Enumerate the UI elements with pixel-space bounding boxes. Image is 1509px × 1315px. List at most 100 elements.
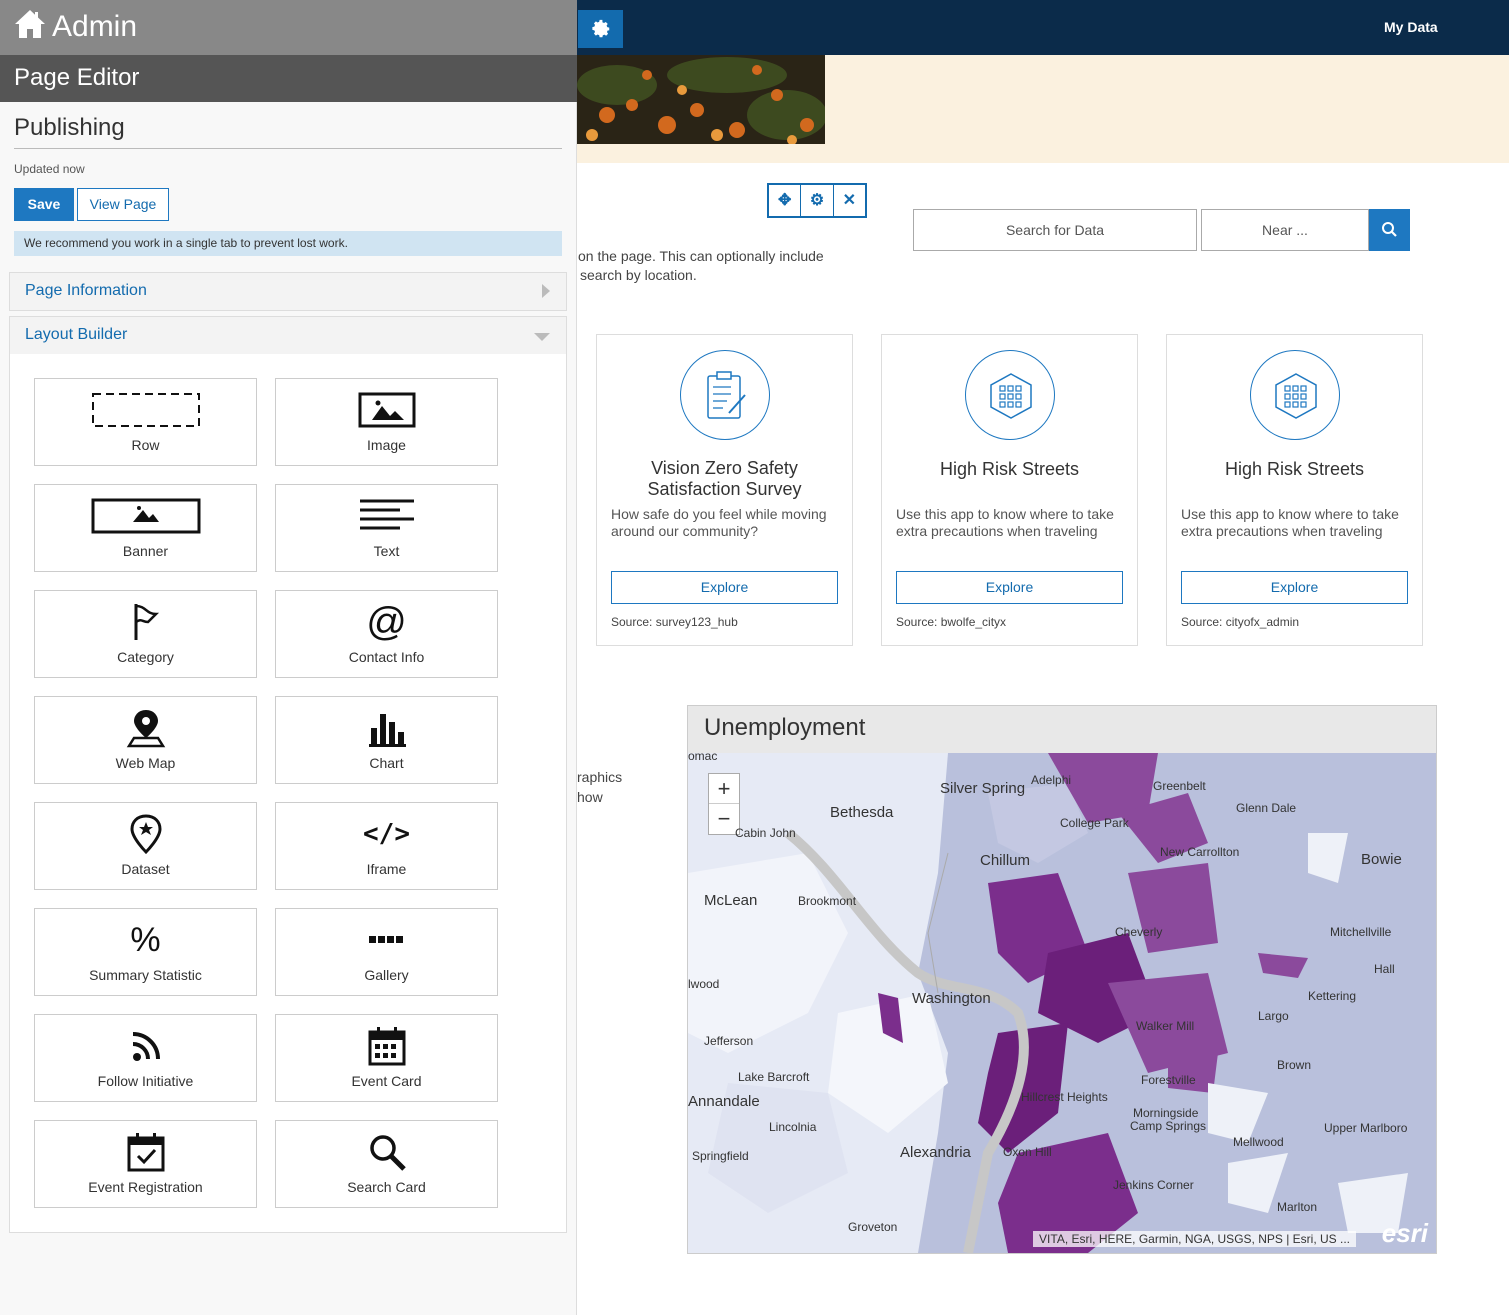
tile-label: Web Map xyxy=(115,755,176,771)
map-attribution[interactable]: VITA, Esri, HERE, Garmin, NGA, USGS, NPS… xyxy=(1033,1231,1356,1247)
tile-dataset[interactable]: Dataset xyxy=(34,802,257,890)
map-place-label: Cheverly xyxy=(1115,925,1163,939)
banner-icon xyxy=(91,498,200,534)
map-place-label: Cabin John xyxy=(735,826,796,840)
page-information-section: Page Information xyxy=(9,272,567,311)
map-place-label: Mitchellville xyxy=(1330,925,1392,939)
explore-button[interactable]: Explore xyxy=(1181,571,1408,604)
tile-follow-initiative[interactable]: Follow Initiative xyxy=(34,1014,257,1102)
admin-title: Admin xyxy=(52,10,138,43)
divider xyxy=(14,148,562,149)
partial-text-2: search by location. xyxy=(580,267,697,283)
map-place-label: Springfield xyxy=(692,1149,749,1163)
tile-label: Row xyxy=(131,437,160,453)
map-place-label: Camp Springs xyxy=(1130,1119,1207,1133)
page-information-header[interactable]: Page Information xyxy=(10,273,566,310)
chevron-right-icon xyxy=(542,284,550,298)
image-icon xyxy=(358,392,415,428)
card-description: How safe do you feel while moving around… xyxy=(611,506,827,539)
tile-summary-statistic[interactable]: % Summary Statistic xyxy=(34,908,257,996)
tile-label: Follow Initiative xyxy=(97,1073,194,1089)
map-place-label: Lincolnia xyxy=(769,1120,817,1134)
calendar-check-icon xyxy=(127,1133,164,1172)
layout-builder-label: Layout Builder xyxy=(25,326,128,343)
map-place-label: Brookmont xyxy=(798,894,857,908)
app-card: High Risk Streets Use this app to know w… xyxy=(1166,334,1423,646)
tile-text[interactable]: Text xyxy=(275,484,498,572)
partial-text-3: raphics xyxy=(577,769,623,785)
card-source: Source: survey123_hub xyxy=(611,615,738,629)
map-place-label: Hillcrest Heights xyxy=(1021,1090,1108,1104)
search-icon xyxy=(369,1135,406,1171)
map-place-label: Kettering xyxy=(1308,989,1357,1003)
rss-icon xyxy=(132,1032,160,1061)
updated-status: Updated now xyxy=(14,162,85,176)
map-place-label: Groveton xyxy=(848,1220,898,1234)
dataset-pin-icon xyxy=(129,814,162,854)
near-location-input[interactable]: Near ... xyxy=(1201,209,1369,251)
publishing-heading: Publishing xyxy=(14,114,125,141)
settings-icon[interactable]: ⚙ xyxy=(801,185,834,216)
card-source: Source: bwolfe_cityx xyxy=(896,615,1007,629)
map-place-label: Greenbelt xyxy=(1153,779,1206,793)
tile-label: Summary Statistic xyxy=(89,967,202,983)
map-card: Unemployment + − Silver Spring Bethesda … xyxy=(687,705,1437,1254)
partial-text-1: on the page. This can optionally include xyxy=(578,248,824,264)
tile-web-map[interactable]: Web Map xyxy=(34,696,257,784)
tile-iframe[interactable]: </> Iframe xyxy=(275,802,498,890)
search-data-input[interactable]: Search for Data xyxy=(913,209,1197,251)
app-card: High Risk Streets Use this app to know w… xyxy=(881,334,1138,646)
map-place-label: Jefferson xyxy=(704,1034,754,1048)
tile-label: Search Card xyxy=(347,1179,426,1195)
tile-chart[interactable]: Chart xyxy=(275,696,498,784)
home-icon[interactable] xyxy=(14,8,46,40)
map-title: Unemployment xyxy=(704,714,866,741)
map-place-label: Annandale xyxy=(688,1093,760,1110)
close-icon[interactable]: ✕ xyxy=(834,185,865,216)
view-page-button[interactable]: View Page xyxy=(77,188,169,221)
tile-label: Event Registration xyxy=(88,1179,203,1195)
map-place-label: New Carrollton xyxy=(1160,845,1240,859)
flag-icon xyxy=(134,604,159,640)
move-icon[interactable]: ✥ xyxy=(769,185,802,216)
card-title: High Risk Streets xyxy=(939,459,1080,479)
text-icon xyxy=(359,499,414,530)
explore-button[interactable]: Explore xyxy=(896,571,1123,604)
row-toolbox: ✥ ⚙ ✕ xyxy=(767,183,867,218)
survey-clipboard-icon xyxy=(680,350,770,440)
layout-builder-header[interactable]: Layout Builder xyxy=(10,317,566,354)
tile-label: Banner xyxy=(122,543,169,559)
map-place-label: Bethesda xyxy=(830,804,894,821)
map-place-label: Chillum xyxy=(980,852,1031,869)
card-description: Use this app to know where to take extra… xyxy=(1181,506,1399,539)
map-place-label: Silver Spring xyxy=(940,780,1026,797)
gallery-icon xyxy=(368,936,403,943)
map-place-label: Largo xyxy=(1258,1009,1289,1023)
tile-label: Image xyxy=(367,437,406,453)
map-place-label: Upper Marlboro xyxy=(1324,1121,1408,1135)
search-icon xyxy=(1382,222,1397,237)
tile-event-registration[interactable]: Event Registration xyxy=(34,1120,257,1208)
tile-label: Event Card xyxy=(351,1073,422,1089)
map-place-label: College Park xyxy=(1060,816,1129,830)
zoom-in-button[interactable]: + xyxy=(709,774,739,804)
tile-row[interactable]: Row xyxy=(34,378,257,466)
chevron-down-icon xyxy=(534,333,550,341)
save-button[interactable]: Save xyxy=(14,188,74,221)
tile-contact-info[interactable]: @ Contact Info xyxy=(275,590,498,678)
tile-gallery[interactable]: Gallery xyxy=(275,908,498,996)
unemployment-map[interactable]: + − Silver Spring Bethesda Adelphi Green… xyxy=(688,753,1436,1253)
settings-gear-button[interactable] xyxy=(578,10,623,48)
search-button[interactable] xyxy=(1369,209,1410,251)
tile-category[interactable]: Category xyxy=(34,590,257,678)
esri-logo: esri xyxy=(1381,1218,1428,1248)
tile-label: Category xyxy=(117,649,174,665)
card-title: High Risk Streets xyxy=(1224,459,1365,479)
my-data-link[interactable]: My Data xyxy=(1384,19,1438,35)
percent-icon: % xyxy=(130,920,161,959)
explore-button[interactable]: Explore xyxy=(611,571,838,604)
tile-banner[interactable]: Banner xyxy=(34,484,257,572)
tile-search-card[interactable]: Search Card xyxy=(275,1120,498,1208)
tile-event-card[interactable]: Event Card xyxy=(275,1014,498,1102)
tile-image[interactable]: Image xyxy=(275,378,498,466)
